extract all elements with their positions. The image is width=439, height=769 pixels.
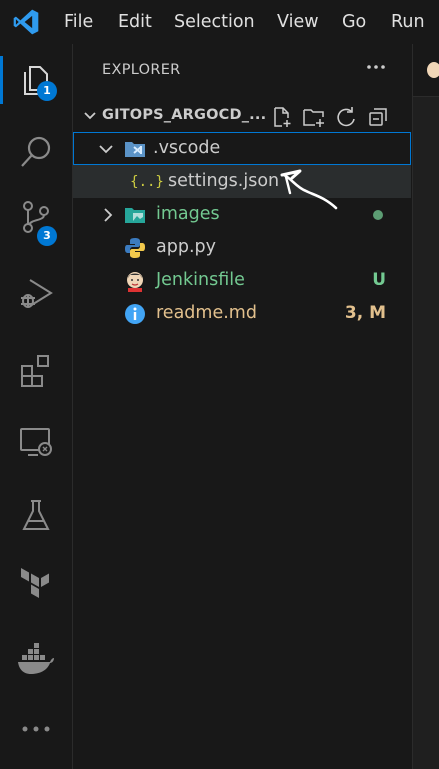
vscode-logo-icon [13, 9, 39, 35]
collapse-all-icon [369, 108, 387, 126]
refresh-icon [337, 107, 355, 127]
tree-item-readme-md[interactable]: readme.md 3, M [73, 297, 411, 330]
tree-item-label: settings.json [168, 171, 280, 191]
new-file-icon [274, 107, 291, 127]
collapse-all-button[interactable] [365, 104, 391, 130]
run-debug-icon [21, 279, 53, 308]
activity-explorer[interactable]: 1 [0, 52, 72, 108]
menu-run[interactable]: Run [391, 0, 425, 44]
workspace-title: GITOPS_ARGOCD_... [102, 107, 267, 123]
git-status-badge: 3, M [344, 303, 386, 323]
docker-icon [18, 643, 54, 674]
explorer-sidebar: EXPLORER GITOPS_ARGOCD_... .vscode {..} … [73, 44, 412, 769]
activity-docker[interactable] [0, 631, 72, 687]
new-file-button[interactable] [269, 104, 295, 130]
tree-item-label: images [156, 204, 220, 224]
tree-item-vscode-folder[interactable]: .vscode [73, 132, 411, 165]
extensions-icon [21, 355, 49, 387]
chevron-right-icon [104, 208, 113, 222]
section-actions [269, 104, 391, 130]
menu-selection[interactable]: Selection [174, 0, 255, 44]
git-status-badge: U [372, 270, 386, 290]
info-file-icon [124, 303, 146, 325]
untracked-dot [373, 210, 383, 220]
chevron-down-icon [99, 145, 113, 154]
menu-file[interactable]: File [64, 0, 93, 44]
views-more-button[interactable] [363, 54, 389, 80]
tree-item-app-py[interactable]: app.py [73, 231, 411, 264]
refresh-button[interactable] [333, 104, 359, 130]
python-file-icon [124, 237, 146, 259]
activity-testing[interactable] [0, 487, 72, 543]
activity-extensions[interactable] [0, 342, 72, 398]
tree-item-label: app.py [156, 237, 216, 257]
new-folder-button[interactable] [301, 104, 327, 130]
new-folder-icon [303, 109, 324, 127]
terraform-icon [21, 568, 49, 598]
vscode-folder-icon [124, 138, 146, 160]
json-file-icon: {..} [130, 174, 164, 190]
activity-remote-explorer[interactable] [0, 414, 72, 470]
chevron-down-icon [84, 112, 96, 120]
ellipsis-icon [367, 65, 385, 69]
explorer-badge: 1 [37, 81, 57, 101]
tree-item-images-folder[interactable]: images [73, 198, 411, 231]
activity-run-debug[interactable] [0, 266, 72, 322]
editor-area [412, 44, 439, 769]
activity-terraform[interactable] [0, 556, 72, 612]
more-icon [22, 726, 50, 732]
activity-bar: 1 3 [0, 44, 73, 769]
tree-item-label: Jenkinsfile [156, 270, 245, 290]
source-control-badge: 3 [37, 226, 57, 246]
menu-view[interactable]: View [277, 0, 319, 44]
tree-item-label: .vscode [153, 138, 221, 158]
menu-edit[interactable]: Edit [118, 0, 152, 44]
remote-explorer-icon [20, 428, 52, 456]
flask-icon [22, 500, 50, 530]
activity-search[interactable] [0, 124, 72, 180]
activity-more[interactable] [0, 701, 72, 757]
tree-item-jenkinsfile[interactable]: Jenkinsfile U [73, 264, 411, 297]
menu-go[interactable]: Go [342, 0, 366, 44]
workspace-section-header[interactable]: GITOPS_ARGOCD_... [73, 102, 412, 132]
tree-item-settings-json[interactable]: {..} settings.json [73, 165, 411, 210]
sidebar-title: EXPLORER [102, 62, 181, 78]
search-icon [21, 136, 51, 167]
title-bar: File Edit Selection View Go Run [0, 0, 439, 44]
images-folder-icon [124, 204, 146, 226]
editor-tab-strip [413, 44, 439, 97]
tree-item-label: readme.md [156, 303, 257, 323]
jenkins-tab-icon [427, 62, 439, 78]
activity-source-control[interactable]: 3 [0, 189, 72, 246]
jenkins-file-icon [124, 270, 146, 292]
